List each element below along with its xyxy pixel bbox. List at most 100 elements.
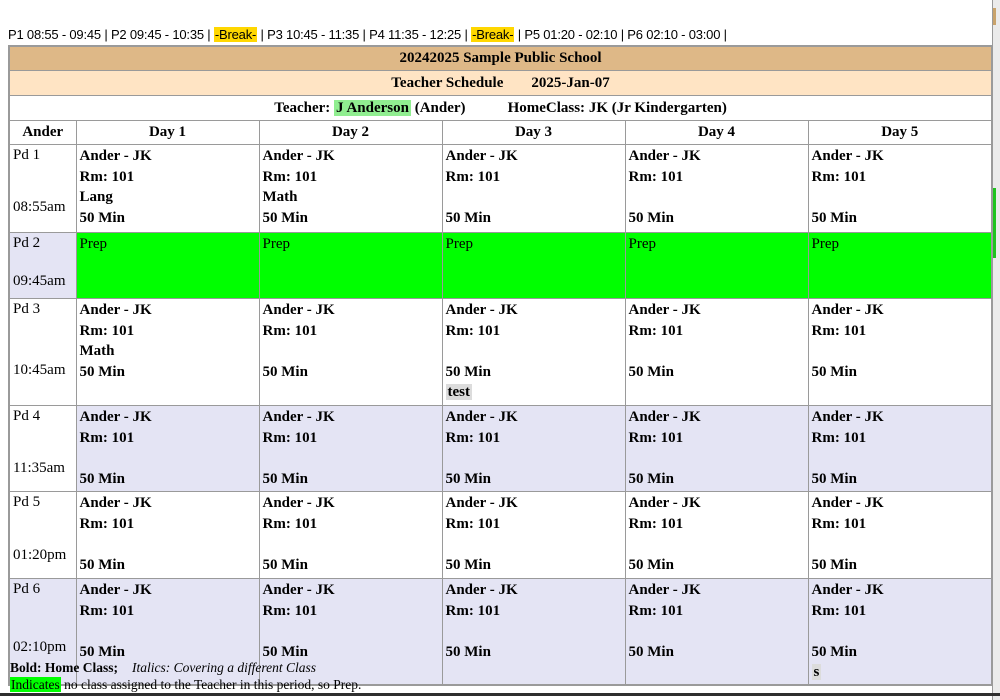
period-time-item: P5 01:20 - 02:10: [524, 27, 617, 42]
class-subject: [263, 621, 440, 642]
class-room: Rm: 101: [80, 514, 257, 535]
class-duration: 50 Min: [812, 555, 990, 576]
prep-text: Prep: [629, 234, 806, 255]
legend-italic-note: Italics: Covering a different Class: [132, 660, 316, 675]
class-subject: [446, 534, 623, 555]
class-note: test: [446, 382, 623, 403]
class-room: Rm: 101: [812, 601, 990, 622]
report-date: 2025-Jan-07: [531, 75, 609, 91]
day-header-row: AnderDay 1Day 2Day 3Day 4Day 5: [9, 121, 992, 145]
report-title: Teacher Schedule: [391, 75, 503, 91]
period-start-time: 09:45am: [13, 273, 66, 290]
class-cell: Ander - JKRm: 101 50 Min: [808, 492, 992, 579]
class-room: Rm: 101: [446, 167, 623, 188]
prep-cell: Prep: [625, 233, 808, 299]
banner-report-row: Teacher Schedule 2025-Jan-07: [9, 71, 992, 96]
prep-text: Prep: [446, 234, 623, 255]
period-label: Pd 1: [13, 147, 74, 164]
class-title: Ander - JK: [80, 146, 257, 167]
class-subject: [629, 187, 806, 208]
scrollbar-marker-top: [993, 8, 996, 25]
class-subject: [812, 187, 990, 208]
class-room: Rm: 101: [629, 601, 806, 622]
class-subject: [80, 448, 257, 469]
class-duration: 50 Min: [80, 555, 257, 576]
legend-prep-highlight: Indicates: [10, 677, 61, 692]
period-time-cell: Pd 4 11:35am: [9, 406, 76, 492]
class-duration: 50 Min: [446, 555, 623, 576]
period-start-time: 10:45am: [13, 362, 66, 379]
class-cell: Ander - JKRm: 101 50 Min: [259, 299, 442, 406]
day-column-header: Day 5: [808, 121, 992, 145]
prep-text: Prep: [812, 234, 990, 255]
class-room: Rm: 101: [446, 428, 623, 449]
class-subject: [812, 448, 990, 469]
class-room: Rm: 101: [80, 428, 257, 449]
period-time-item: P2 09:45 - 10:35: [111, 27, 204, 42]
class-cell: Ander - JKRm: 101 50 Min: [625, 579, 808, 686]
class-room: Rm: 101: [812, 167, 990, 188]
class-title: Ander - JK: [812, 407, 990, 428]
class-subject: [446, 341, 623, 362]
class-room: Rm: 101: [263, 428, 440, 449]
class-room: Rm: 101: [263, 167, 440, 188]
class-room: Rm: 101: [80, 321, 257, 342]
legend-line-2: Indicates no class assigned to the Teach…: [10, 677, 361, 694]
period-start-time: 08:55am: [13, 199, 66, 216]
class-title: Ander - JK: [629, 300, 806, 321]
banner-school-row: 20242025 Sample Public School: [9, 46, 992, 71]
class-title: Ander - JK: [263, 493, 440, 514]
school-title: 20242025 Sample Public School: [9, 46, 992, 71]
class-cell: Ander - JKRm: 101Math50 Min: [76, 299, 259, 406]
class-duration: 50 Min: [80, 469, 257, 490]
class-room: Rm: 101: [446, 321, 623, 342]
class-cell: Ander - JKRm: 101 50 Min: [625, 492, 808, 579]
class-room: Rm: 101: [263, 321, 440, 342]
class-cell: Ander - JKRm: 101 50 Min: [808, 299, 992, 406]
period-label: Pd 2: [13, 235, 74, 252]
legend-prep-text: no class assigned to the Teacher in this…: [61, 677, 362, 692]
class-duration: 50 Min: [629, 362, 806, 383]
class-room: Rm: 101: [629, 321, 806, 342]
teacher-column-header: Ander: [9, 121, 76, 145]
period-start-time: 11:35am: [13, 460, 65, 477]
period-label: Pd 6: [13, 581, 74, 598]
class-subject: [80, 621, 257, 642]
class-title: Ander - JK: [80, 493, 257, 514]
class-subject: [446, 187, 623, 208]
class-duration: 50 Min: [812, 208, 990, 229]
class-subject: [812, 341, 990, 362]
class-cell: Ander - JKRm: 101 50 Min: [808, 406, 992, 492]
class-title: Ander - JK: [446, 580, 623, 601]
period-break-item: -Break-: [471, 27, 514, 42]
teacher-label: Teacher:: [274, 100, 330, 116]
class-duration: 50 Min: [263, 362, 440, 383]
scrollbar-track[interactable]: [992, 0, 1000, 700]
class-title: Ander - JK: [629, 146, 806, 167]
class-cell: Ander - JKRm: 101 50 Mins: [808, 579, 992, 686]
class-subject: [263, 534, 440, 555]
period-time-item: P1 08:55 - 09:45: [8, 27, 101, 42]
day-column-header: Day 2: [259, 121, 442, 145]
period-label: Pd 4: [13, 408, 74, 425]
homeclass-value: JK (Jr Kindergarten): [589, 100, 727, 116]
class-title: Ander - JK: [263, 300, 440, 321]
class-subject: [263, 341, 440, 362]
prep-cell: Prep: [259, 233, 442, 299]
class-title: Ander - JK: [812, 493, 990, 514]
period-label: Pd 3: [13, 301, 74, 318]
class-room: Rm: 101: [629, 514, 806, 535]
class-cell: Ander - JKRm: 101 50 Min: [76, 406, 259, 492]
class-title: Ander - JK: [812, 300, 990, 321]
teacher-short-code: (Ander): [415, 100, 466, 116]
class-cell: Ander - JKRm: 101 50 Min: [625, 299, 808, 406]
class-cell: Ander - JKRm: 101 50 Min: [442, 406, 625, 492]
schedule-row: Pd 209:45amPrepPrepPrepPrepPrep: [9, 233, 992, 299]
teacher-name-highlighted: J Anderson: [334, 100, 411, 116]
class-cell: Ander - JKRm: 101 50 Min: [442, 492, 625, 579]
class-subject: [629, 341, 806, 362]
class-duration: 50 Min: [812, 469, 990, 490]
class-title: Ander - JK: [629, 580, 806, 601]
class-duration: 50 Min: [812, 362, 990, 383]
class-duration: 50 Min: [629, 555, 806, 576]
